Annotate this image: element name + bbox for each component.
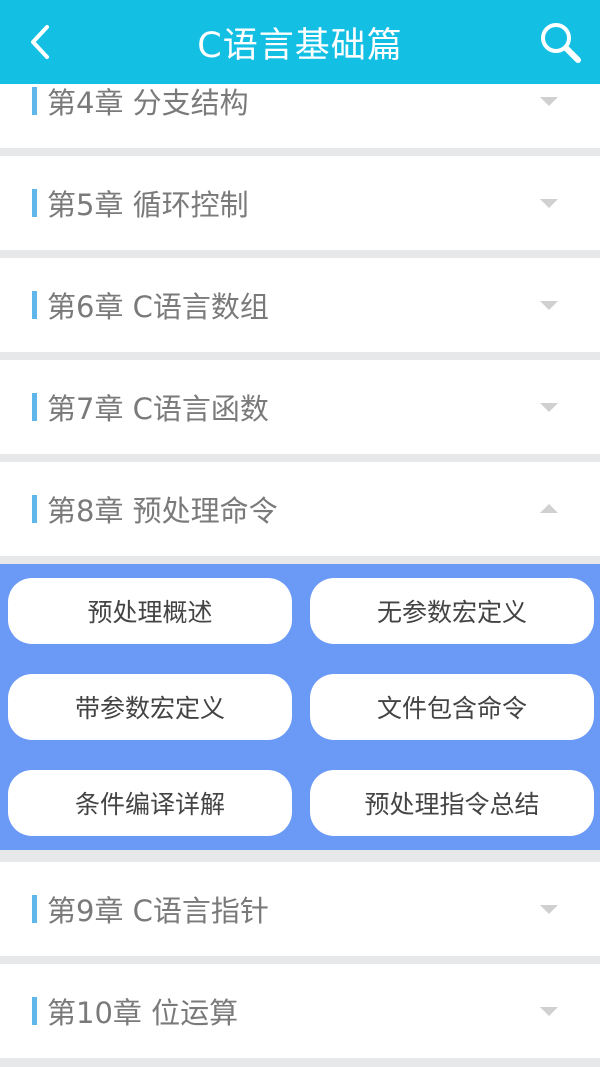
chapter-label: 第10章 位运算 <box>47 996 239 1030</box>
chapter-item-8[interactable]: 第8章 预处理命令 <box>0 462 600 556</box>
accent-bar <box>32 393 37 421</box>
chapter-label: 第9章 C语言指针 <box>47 894 269 928</box>
app-bar: C语言基础篇 <box>0 0 600 84</box>
section-button-file-include[interactable]: 文件包含命令 <box>310 674 594 740</box>
chapter-label: 第7章 C语言函数 <box>47 392 269 426</box>
back-button[interactable] <box>18 20 62 64</box>
chapter-label: 第5章 循环控制 <box>47 188 249 222</box>
accent-bar <box>32 189 37 217</box>
chapter-item-10[interactable]: 第10章 位运算 <box>0 964 600 1058</box>
chevron-up-icon <box>540 504 558 513</box>
section-button-conditional-compile[interactable]: 条件编译详解 <box>8 770 292 836</box>
chevron-down-icon <box>540 905 558 914</box>
chevron-down-icon <box>540 97 558 106</box>
chapter-list: 第4章 分支结构 第5章 循环控制 第6章 C语言数组 第7章 C语言函数 第8… <box>0 84 600 1067</box>
chevron-down-icon <box>540 403 558 412</box>
chapter-item-5[interactable]: 第5章 循环控制 <box>0 156 600 250</box>
chapter-item-6[interactable]: 第6章 C语言数组 <box>0 258 600 352</box>
chapter-item-7[interactable]: 第7章 C语言函数 <box>0 360 600 454</box>
chevron-down-icon <box>540 301 558 310</box>
section-button-directive-summary[interactable]: 预处理指令总结 <box>310 770 594 836</box>
search-icon <box>541 23 581 63</box>
section-button-macro-with-params[interactable]: 带参数宏定义 <box>8 674 292 740</box>
accent-bar <box>32 495 37 523</box>
page-title: C语言基础篇 <box>197 25 403 66</box>
accent-bar <box>32 291 37 319</box>
chapter-label: 第8章 预处理命令 <box>47 494 278 528</box>
chevron-left-icon <box>31 25 49 59</box>
chevron-down-icon <box>540 199 558 208</box>
section-panel: 预处理概述 无参数宏定义 带参数宏定义 文件包含命令 条件编译详解 预处理指令总… <box>0 564 600 850</box>
search-button[interactable] <box>536 18 584 66</box>
chapter-label: 第6章 C语言数组 <box>47 290 269 324</box>
chapter-item-9[interactable]: 第9章 C语言指针 <box>0 862 600 956</box>
chapter-item-4[interactable]: 第4章 分支结构 <box>0 84 600 148</box>
chapter-label: 第4章 分支结构 <box>47 86 249 120</box>
accent-bar <box>32 87 37 115</box>
chevron-down-icon <box>540 1007 558 1016</box>
section-button-macro-no-params[interactable]: 无参数宏定义 <box>310 578 594 644</box>
accent-bar <box>32 997 37 1025</box>
accent-bar <box>32 895 37 923</box>
section-button-overview[interactable]: 预处理概述 <box>8 578 292 644</box>
